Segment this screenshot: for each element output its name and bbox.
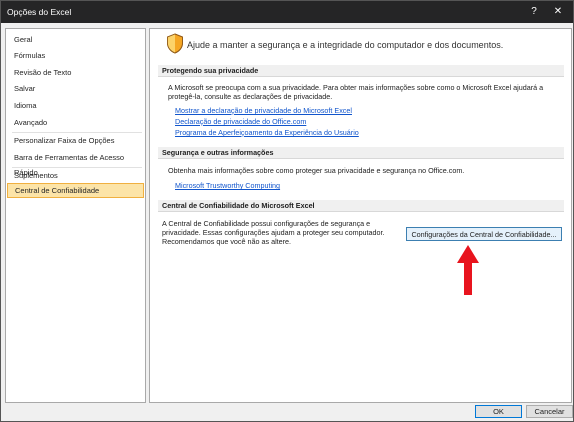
window-title: Opções do Excel xyxy=(7,7,72,17)
intro-text: Ajude a manter a segurança e a integrida… xyxy=(187,40,504,50)
excel-options-dialog: Opções do Excel ? ✕ Geral Fórmulas Revis… xyxy=(0,0,574,422)
privacy-text-line2: protegê-la, consulte as declarações de p… xyxy=(168,92,333,101)
sidebar-item-geral[interactable]: Geral xyxy=(7,32,144,47)
trust-center-text-line3: Recomendamos que você não as altere. xyxy=(162,237,292,246)
shield-icon xyxy=(167,33,183,54)
trust-center-section-header: Central de Confiabilidade do Microsoft E… xyxy=(158,200,564,212)
sidebar-item-barra-acesso-rapido[interactable]: Barra de Ferramentas de Acesso Rápido xyxy=(7,150,144,177)
privacy-text-line1: A Microsoft se preocupa com a sua privac… xyxy=(168,83,544,92)
trust-center-panel: Ajude a manter a segurança e a integrida… xyxy=(149,28,572,403)
trust-center-settings-button[interactable]: Configurações da Central de Confiabilida… xyxy=(406,227,562,241)
sidebar-item-salvar[interactable]: Salvar xyxy=(7,81,144,96)
help-button[interactable]: ? xyxy=(525,4,543,20)
trust-center-text-line1: A Central de Confiabilidade possui confi… xyxy=(162,219,371,228)
privacy-section-header: Protegendo sua privacidade xyxy=(158,65,564,77)
ok-button[interactable]: OK xyxy=(475,405,522,418)
options-sidebar: Geral Fórmulas Revisão de Texto Salvar I… xyxy=(5,28,146,403)
sidebar-item-avancado[interactable]: Avançado xyxy=(7,115,144,130)
link-privacy-statement-office[interactable]: Declaração de privacidade do Office.com xyxy=(175,117,306,126)
link-trustworthy-computing[interactable]: Microsoft Trustworthy Computing xyxy=(175,181,280,190)
sidebar-item-central-confiabilidade[interactable]: Central de Confiabilidade xyxy=(7,183,144,198)
sidebar-item-idioma[interactable]: Idioma xyxy=(7,98,144,113)
sidebar-item-suplementos[interactable]: Suplementos xyxy=(7,168,144,183)
red-arrow-up-icon xyxy=(457,245,479,295)
security-section-header: Segurança e outras informações xyxy=(158,147,564,159)
cancel-button[interactable]: Cancelar xyxy=(526,405,573,418)
sidebar-item-revisao[interactable]: Revisão de Texto xyxy=(7,65,144,80)
link-privacy-statement-excel[interactable]: Mostrar a declaração de privacidade do M… xyxy=(175,106,352,115)
sidebar-item-formulas[interactable]: Fórmulas xyxy=(7,48,144,63)
security-text: Obtenha mais informações sobre como prot… xyxy=(168,166,465,175)
trust-center-text-line2: privacidade. Essas configurações ajudam … xyxy=(162,228,385,237)
title-bar: Opções do Excel ? ✕ xyxy=(1,1,573,23)
link-ceip[interactable]: Programa de Aperfeiçoamento da Experiênc… xyxy=(175,128,359,137)
sidebar-item-personalizar-faixa[interactable]: Personalizar Faixa de Opções xyxy=(7,133,144,148)
close-button[interactable]: ✕ xyxy=(549,4,567,20)
